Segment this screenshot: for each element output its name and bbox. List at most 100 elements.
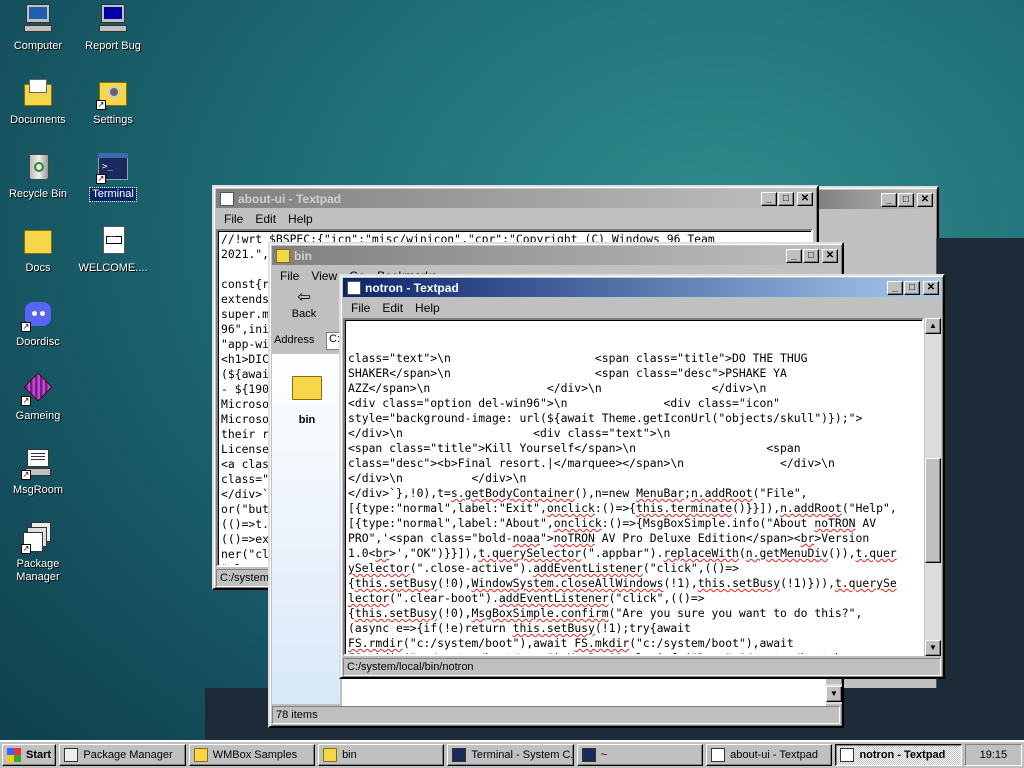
desktop-icon-documents[interactable]: Documents [0,76,78,127]
notron-editor[interactable]: class="text">\n <span class="title">DO T… [343,318,924,656]
desktop-icon-docs[interactable]: Docs [0,224,78,275]
scroll-down-button[interactable]: ▼ [925,640,941,656]
menu-file[interactable]: File [274,269,305,283]
scroll-down-button[interactable]: ▼ [826,686,842,702]
desktop-icon-doordisc[interactable]: ↗ Doordisc [0,298,78,349]
sidebar-panel: bin [272,354,340,704]
close-button[interactable]: ✕ [917,192,933,207]
taskbar-item-wmbox-samples[interactable]: WMBox Samples [188,744,316,766]
desktop-icon-computer[interactable]: Computer [0,2,78,53]
address-label: Address [274,334,315,346]
gameing-icon: ↗ [21,372,55,406]
folder-icon [323,748,338,762]
menu-edit[interactable]: Edit [376,301,409,315]
msgroom-icon: ↗ [21,446,55,480]
window-title: notron - Textpad [365,280,459,295]
taskbar-item-about-ui[interactable]: about-ui - Textpad [706,744,833,766]
file-list-scrollbar[interactable]: ▼ [826,684,842,704]
desktop-icon-msgroom[interactable]: ↗ MsgRoom [0,446,78,497]
textpad-icon [347,280,361,295]
close-button[interactable]: ✕ [822,248,838,263]
taskbar-item-package-manager[interactable]: Package Manager [59,744,186,766]
textpad-icon [711,748,726,762]
package-manager-icon: ↗ [21,520,55,554]
folder-icon [193,748,208,762]
desktop-icon-label: Gameing [15,410,61,422]
computer-icon [21,2,55,36]
menu-file[interactable]: File [218,212,249,226]
minimize-button[interactable]: _ [881,192,897,207]
maximize-button[interactable]: □ [778,191,794,206]
textpad-icon [220,191,234,206]
desktop-icon-label: Doordisc [16,336,60,348]
desktop-icon-label: Documents [10,114,66,126]
notron-titlebar[interactable]: notron - Textpad _ □ ✕ [343,278,941,297]
desktop-icon-recycle-bin[interactable]: Recycle Bin [0,150,78,201]
desktop-icon-welcome[interactable]: M↓ WELCOME.... [73,224,153,275]
minimize-button[interactable]: _ [887,280,903,295]
desktop-icon-package-manager[interactable]: ↗ Package Manager [0,520,78,584]
taskbar-item-terminal[interactable]: Terminal - System C... [447,744,574,766]
close-button[interactable]: ✕ [797,191,813,206]
menu-file[interactable]: File [345,301,376,315]
terminal-icon: >_ ↗ [96,150,130,184]
menu-bar: File Edit Help [216,210,815,228]
menu-view[interactable]: View [305,269,343,283]
menu-bar: File Edit Help [343,299,941,317]
about-ui-titlebar[interactable]: about-ui - Textpad _ □ ✕ [216,189,815,208]
taskbar-item-notron[interactable]: notron - Textpad [835,744,962,766]
maximize-button[interactable]: □ [904,280,920,295]
status-bar: 78 items [272,706,840,724]
folder-item-bin[interactable]: bin [290,376,324,426]
markdown-file-icon: M↓ [96,224,130,258]
desktop-icon-label: Settings [93,114,133,126]
terminal-icon [452,748,467,762]
package-manager-icon [64,748,79,762]
taskbar-clock: 19:15 [964,744,1022,766]
close-button[interactable]: ✕ [923,280,939,295]
status-bar: C:/system/local/bin/notron [343,658,941,676]
scroll-up-button[interactable]: ▲ [925,318,941,334]
folder-icon [276,248,290,263]
report-bug-icon [96,2,130,36]
recycle-bin-icon [21,150,55,184]
back-arrow-icon: ⇦ [297,289,311,306]
windows-logo-icon [7,748,21,762]
start-button[interactable]: Start [2,744,57,766]
bin-titlebar[interactable]: bin _ □ ✕ [272,246,840,265]
back-button[interactable]: ⇦ Back [274,288,334,330]
desktop-icon-label: Terminal [89,187,137,202]
window-title: about-ui - Textpad [238,191,342,206]
minimize-button[interactable]: _ [786,248,802,263]
window-title: bin [294,248,312,263]
minimize-button[interactable]: _ [761,191,777,206]
documents-icon [21,76,55,110]
desktop-icon-settings[interactable]: ↗ Settings [73,76,153,127]
desktop-icon-label: Recycle Bin [8,188,68,200]
taskbar: Start Package Manager WMBox Samples bin … [0,740,1024,768]
scroll-thumb[interactable] [925,458,941,563]
desktop-icon-gameing[interactable]: ↗ Gameing [0,372,78,423]
background-window-titlebar[interactable]: _ □ ✕ [819,190,935,209]
maximize-button[interactable]: □ [898,192,914,207]
settings-icon: ↗ [96,76,130,110]
folder-icon [21,224,55,258]
maximize-button[interactable]: □ [803,248,819,263]
desktop-icon-label: Report Bug [85,40,141,52]
background-terminal-area [936,238,1024,740]
desktop-icon-terminal[interactable]: >_ ↗ Terminal [73,150,153,202]
menu-help[interactable]: Help [282,212,319,226]
taskbar-item-bin[interactable]: bin [318,744,445,766]
menu-help[interactable]: Help [409,301,446,315]
editor-scrollbar[interactable]: ▲ ▼ [925,318,941,656]
doordisc-icon: ↗ [21,298,55,332]
terminal-icon [581,748,596,762]
menu-edit[interactable]: Edit [249,212,282,226]
desktop-icon-report-bug[interactable]: Report Bug [73,2,153,53]
notron-textpad-window[interactable]: notron - Textpad _ □ ✕ File Edit Help cl… [339,274,945,679]
desktop-icon-label: Computer [13,40,63,52]
textpad-icon [840,748,855,762]
desktop-icon-label: WELCOME.... [78,262,148,274]
desktop-icon-label: Package Manager [16,558,60,583]
taskbar-item-home-terminal[interactable]: ~ [576,744,704,766]
